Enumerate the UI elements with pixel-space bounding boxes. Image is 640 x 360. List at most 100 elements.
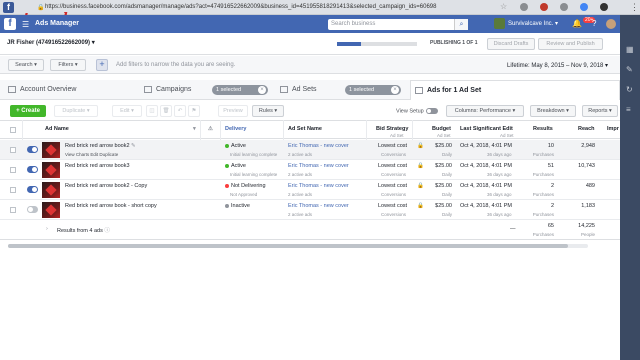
date-range-selector[interactable]: Lifetime: May 8, 2015 – Nov 9, 2018 ▾: [507, 62, 608, 69]
col-budget[interactable]: Budget: [432, 126, 451, 132]
results-sub: Purchases: [532, 172, 554, 177]
table-row[interactable]: Red brick red arrow book3 Active Initial…: [0, 160, 620, 180]
duplicate-button[interactable]: Duplicate ▾: [54, 105, 98, 117]
hamburger-menu-icon[interactable]: ☰: [22, 20, 29, 29]
ad-set-link[interactable]: Eric Thomas - new cover: [288, 163, 349, 169]
ad-status-toggle[interactable]: [27, 146, 38, 153]
facebook-logo-icon[interactable]: f: [4, 18, 16, 30]
campaigns-selected-label: 1 selected: [216, 87, 242, 93]
bookmark-star-icon[interactable]: ☆: [500, 2, 507, 11]
preview-button[interactable]: Preview: [218, 105, 248, 117]
extension-icon[interactable]: [520, 3, 528, 11]
ad-thumbnail: [42, 182, 60, 198]
edit-button[interactable]: Edit ▾: [112, 105, 142, 117]
user-avatar[interactable]: [606, 19, 616, 29]
clear-selection-icon[interactable]: ×: [258, 86, 266, 94]
undo-icon[interactable]: ↶: [174, 105, 186, 117]
ad-name[interactable]: Red brick red arrow book3: [65, 163, 130, 169]
select-all-checkbox[interactable]: [10, 127, 16, 133]
table-row[interactable]: Red brick red arrow book - short copy In…: [0, 200, 620, 220]
col-delivery[interactable]: Delivery: [225, 126, 246, 132]
ad-set-link[interactable]: Eric Thomas - new cover: [288, 143, 349, 149]
extension-icon[interactable]: [540, 3, 548, 11]
horizontal-scrollbar[interactable]: [8, 244, 588, 248]
history-icon[interactable]: ↻: [626, 85, 633, 94]
ab-test-icon[interactable]: ◫: [146, 105, 158, 117]
view-setup-toggle[interactable]: View Setup: [396, 108, 438, 114]
tab-ad-sets-label: Ad Sets: [292, 86, 317, 93]
create-button[interactable]: + Create: [10, 105, 46, 117]
help-icon[interactable]: ?: [592, 19, 596, 28]
progress-fill: [337, 42, 361, 46]
col-ad-set-name[interactable]: Ad Set Name: [288, 126, 322, 132]
columns-dropdown[interactable]: Columns: Performance ▾: [446, 105, 524, 117]
review-publish-button[interactable]: Review and Publish: [538, 38, 603, 50]
last-edit: Oct 4, 2018, 4:01 PM: [460, 163, 512, 169]
business-account-switcher[interactable]: Survivalcave Inc. ▾: [494, 18, 566, 30]
ad-status-toggle[interactable]: [27, 186, 38, 193]
filter-bar: Search ▾ Filters ▾ + Add filters to narr…: [0, 56, 620, 74]
col-impressions[interactable]: Impr: [607, 126, 619, 132]
discard-drafts-button[interactable]: Discard Drafts: [487, 38, 535, 50]
ad-status-toggle[interactable]: [27, 166, 38, 173]
delivery-status: Active: [225, 143, 246, 149]
edit-pencil-icon[interactable]: ✎: [626, 65, 633, 74]
row-checkbox[interactable]: [10, 167, 16, 173]
ad-name[interactable]: Red brick red arrow book2 - Copy: [65, 183, 147, 189]
ad-name[interactable]: Red brick red arrow book2 ✎: [65, 143, 136, 149]
extension-icon[interactable]: [600, 3, 608, 11]
table-row[interactable]: Red brick red arrow book2 ✎ View Charts …: [0, 140, 620, 160]
browser-menu-icon[interactable]: ⋮: [630, 2, 639, 13]
col-bid-strategy[interactable]: Bid Strategy: [376, 126, 408, 132]
row-checkbox[interactable]: [10, 147, 16, 153]
delivery-status: Active: [225, 163, 246, 169]
search-icon[interactable]: ⌕: [454, 19, 468, 30]
publishing-progress-bar: [337, 42, 417, 46]
delete-icon[interactable]: 🗑: [160, 105, 172, 117]
ads-icon: [415, 86, 423, 94]
info-icon[interactable]: ⓘ: [104, 228, 110, 234]
tab-account-overview[interactable]: Account Overview: [4, 80, 134, 100]
chart-icon[interactable]: ▦: [626, 45, 634, 54]
ad-sets-selected-pill[interactable]: 1 selected ×: [345, 85, 401, 95]
row-actions[interactable]: View Charts Edit Duplicate: [65, 152, 118, 157]
row-checkbox[interactable]: [10, 207, 16, 213]
breakdown-dropdown[interactable]: Breakdown ▾: [530, 105, 576, 117]
col-last-edit[interactable]: Last Significant Edit: [460, 126, 513, 132]
ad-set-link[interactable]: Eric Thomas - new cover: [288, 203, 349, 209]
col-results[interactable]: Results: [533, 126, 553, 132]
totals-label-text: Results from 4 ads: [57, 228, 103, 234]
delivery-status-text: Active: [231, 163, 246, 169]
tab-ads[interactable]: Ads for 1 Ad Set: [410, 80, 620, 100]
sort-icon[interactable]: ▾: [193, 126, 196, 132]
view-setup-switch[interactable]: [425, 108, 438, 114]
col-reach[interactable]: Reach: [578, 126, 595, 132]
ad-account-selector[interactable]: JR Fisher (474916522662009) ▾: [7, 39, 95, 46]
lock-icon: 🔒: [417, 183, 424, 189]
business-search-input[interactable]: Search business ⌕: [328, 19, 468, 30]
extension-icon[interactable]: [580, 3, 588, 11]
add-filter-button[interactable]: +: [96, 59, 108, 71]
scrollbar-thumb[interactable]: [8, 244, 568, 248]
search-dropdown-button[interactable]: Search ▾: [8, 59, 44, 71]
col-ad-name[interactable]: Ad Name: [45, 126, 69, 132]
reports-dropdown[interactable]: Reports ▾: [582, 105, 618, 117]
notifications-icon[interactable]: 🔔: [572, 19, 582, 28]
rules-button[interactable]: Rules ▾: [252, 105, 284, 117]
ad-set-link[interactable]: Eric Thomas - new cover: [288, 183, 349, 189]
extension-icon[interactable]: [560, 3, 568, 11]
filters-dropdown-button[interactable]: Filters ▾: [50, 59, 86, 71]
campaigns-selected-pill[interactable]: 1 selected ×: [212, 85, 268, 95]
ad-name[interactable]: Red brick red arrow book - short copy: [65, 203, 157, 209]
ad-status-toggle[interactable]: [27, 206, 38, 213]
expand-icon[interactable]: ›: [46, 226, 48, 232]
filters-button-label: Filters: [58, 62, 74, 68]
table-row[interactable]: Red brick red arrow book2 - Copy Not Del…: [0, 180, 620, 200]
row-checkbox[interactable]: [10, 187, 16, 193]
bid-strategy-sub: Conversions: [381, 192, 407, 197]
rules-icon[interactable]: ≡: [626, 105, 631, 114]
tag-icon[interactable]: ⚑: [188, 105, 200, 117]
edit-pencil-icon[interactable]: ✎: [131, 143, 136, 149]
clear-selection-icon[interactable]: ×: [391, 86, 399, 94]
col-budget-sub: Ad Set: [437, 133, 451, 138]
